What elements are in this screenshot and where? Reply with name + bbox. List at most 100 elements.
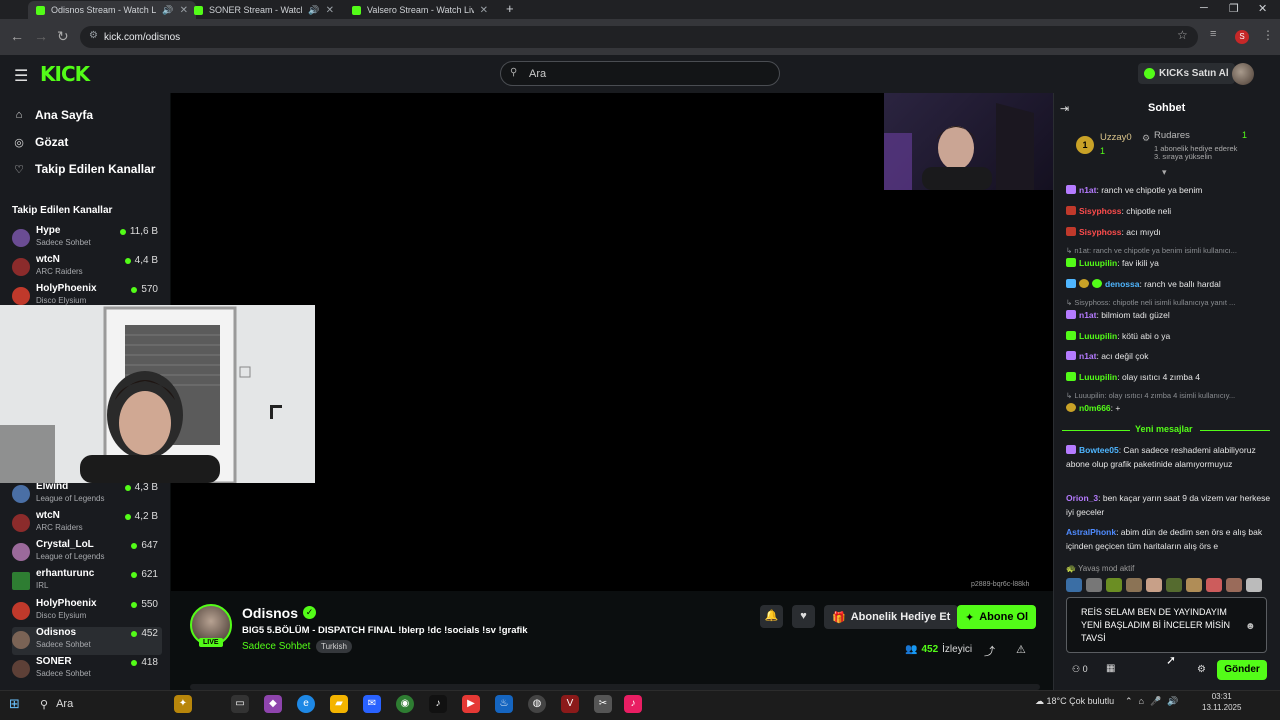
channel-item-active[interactable]: Odisnos Sadece Sohbet 452 [12, 627, 162, 655]
chat-username[interactable]: Sisyphoss [1079, 206, 1122, 216]
report-icon[interactable]: ⚠ [1016, 643, 1026, 656]
send-message-button[interactable]: Gönder [1217, 660, 1267, 680]
nav-home[interactable]: ⌂ Ana Sayfa [12, 108, 93, 122]
emote-icon[interactable] [1086, 578, 1102, 592]
heart-icon: ♡ [14, 163, 24, 176]
channel-item[interactable]: Crystal_LoL League of Legends 647 [12, 539, 162, 567]
chat-username[interactable]: n1at [1079, 185, 1096, 195]
site-info-icon[interactable]: ⚙ [89, 30, 98, 41]
emote-icon[interactable] [1126, 578, 1142, 592]
task-view-icon[interactable]: ▭ [231, 695, 249, 713]
emote-icon[interactable] [1066, 578, 1082, 592]
hamburger-menu-icon[interactable]: ☰ [14, 66, 28, 86]
browser-menu-icon[interactable]: ⋮ [1262, 28, 1274, 42]
chat-username[interactable]: Orion_3 [1066, 493, 1098, 503]
follow-heart-button[interactable]: ♥ [792, 605, 815, 628]
search-input[interactable]: ⚲ Ara [500, 61, 780, 86]
chat-username[interactable]: Luuupilin [1079, 258, 1117, 268]
tiktok-icon[interactable]: ♪ [429, 695, 447, 713]
browser-tab-valsero[interactable]: Valsero Stream - Watch Live on ✕ [344, 1, 496, 19]
user-avatar[interactable] [1232, 63, 1254, 85]
language-tag[interactable]: Turkish [316, 640, 352, 653]
forward-arrow-icon[interactable]: → [34, 28, 48, 44]
channel-item[interactable]: wtcN ARC Raiders 4,4 B [12, 254, 162, 282]
browser-tab-odisnos[interactable]: Odisnos Stream - Watch Live 🔊 ✕ [28, 1, 196, 19]
valorant-icon[interactable]: V [561, 695, 579, 713]
viewer-count-text: 4,2 B [134, 511, 158, 522]
tiktok-live-icon[interactable]: ♪ [624, 695, 642, 713]
channel-item[interactable]: Hype Sadece Sohbet 11,6 B [12, 225, 162, 253]
back-arrow-icon[interactable]: ← [10, 28, 24, 44]
gear-icon[interactable]: ⚙ [1197, 664, 1206, 675]
channel-avatar [12, 543, 30, 561]
profile-avatar[interactable]: S [1235, 30, 1249, 44]
collapse-chat-icon[interactable]: ⇥ [1060, 102, 1069, 115]
chat-username[interactable]: Luuupilin [1079, 331, 1117, 341]
weather-widget[interactable]: ☁ 18°C Çok bulutlu [1035, 696, 1114, 707]
chat-username[interactable]: denossa [1105, 279, 1140, 289]
kick-logo[interactable]: KICK [40, 62, 90, 86]
streamer-name[interactable]: Odisnos [242, 605, 298, 621]
emote-icon[interactable] [1186, 578, 1202, 592]
media-control-icon[interactable]: ≡ [1210, 28, 1216, 40]
share-icon[interactable]: ⤴ [984, 643, 995, 659]
nav-following[interactable]: ♡ Takip Edilen Kanallar [12, 162, 155, 176]
gift-leaderboard[interactable]: 1 Uzzay0 1 ⚙ Rudares 1 1 abonelik hediye… [1062, 126, 1274, 166]
emoji-picker-icon[interactable]: ☻ [1245, 621, 1256, 632]
capcut-icon[interactable]: ✂ [594, 695, 612, 713]
stream-category-link[interactable]: Sadece Sohbet [242, 641, 310, 652]
emote-icon[interactable] [1166, 578, 1182, 592]
channel-points[interactable]: ⚇ 0 [1072, 664, 1088, 675]
obs-icon[interactable]: ◍ [528, 695, 546, 713]
chat-store-icon[interactable]: ▦ [1106, 663, 1115, 674]
chrome-icon[interactable]: ◉ [396, 695, 414, 713]
channel-item[interactable]: Elwind League of Legends 4,3 B [12, 481, 162, 509]
emote-icon[interactable] [1246, 578, 1262, 592]
file-explorer-icon[interactable]: ▰ [330, 695, 348, 713]
edge-browser-icon[interactable]: e [297, 695, 315, 713]
bookmark-star-icon[interactable]: ☆ [1177, 28, 1188, 42]
browser-tab-soner[interactable]: SONER Stream - Watch Live 🔊 ✕ [186, 1, 342, 19]
badge-icon [1066, 279, 1076, 288]
channel-item[interactable]: HolyPhoenix Disco Elysium 550 [12, 598, 162, 626]
minimize-icon[interactable]: ─ [1200, 2, 1208, 14]
emote-icon[interactable] [1206, 578, 1222, 592]
taskbar-search[interactable]: ⚲ Ara [32, 693, 172, 715]
new-tab-button[interactable]: + [506, 1, 514, 16]
chat-username[interactable]: n1at [1079, 351, 1096, 361]
maximize-icon[interactable]: ❐ [1229, 2, 1239, 15]
channel-item[interactable]: wtcN ARC Raiders 4,2 B [12, 510, 162, 538]
outlook-icon[interactable]: ✉ [363, 695, 381, 713]
close-tab-icon[interactable]: ✕ [480, 5, 488, 16]
steam-icon[interactable]: ♨ [495, 695, 513, 713]
chat-username[interactable]: n0m666 [1079, 403, 1111, 413]
chat-username[interactable]: AstralPhonk [1066, 527, 1116, 537]
youtube-icon[interactable]: ▶ [462, 695, 480, 713]
chat-username[interactable]: Luuupilin [1079, 372, 1117, 382]
channel-item[interactable]: SONER Sadece Sohbet 418 [12, 656, 162, 684]
emote-icon[interactable] [1146, 578, 1162, 592]
emote-icon[interactable] [1226, 578, 1242, 592]
chat-username[interactable]: Sisyphoss [1079, 227, 1122, 237]
notification-bell-button[interactable]: 🔔 [760, 605, 783, 628]
widgets-icon[interactable]: ✦ [174, 695, 192, 713]
close-window-icon[interactable]: ✕ [1258, 2, 1267, 15]
copilot-icon[interactable]: ◆ [264, 695, 282, 713]
reload-icon[interactable]: ↻ [57, 28, 69, 45]
system-tray-icons[interactable]: ⌃⌂🎤🔊 [1125, 696, 1184, 707]
close-tab-icon[interactable]: ✕ [326, 5, 334, 16]
subscribe-button[interactable]: ✦ Abone Ol [957, 605, 1037, 629]
chat-username[interactable]: n1at [1079, 310, 1096, 320]
buy-kicks-button[interactable]: KICKs Satın Al [1138, 63, 1235, 84]
emote-icon[interactable] [1106, 578, 1122, 592]
chat-message-input[interactable]: REİS SELAM BEN DE YAYINDAYIM YENİ BAŞLAD… [1066, 597, 1267, 653]
chat-username[interactable]: Bowtee05 [1079, 445, 1119, 455]
windows-start-icon[interactable]: ⊞ [9, 696, 20, 712]
expand-leaderboard-icon[interactable]: ▾ [1162, 167, 1167, 178]
nav-browse[interactable]: ◎ Gözat [12, 135, 68, 149]
taskbar-clock[interactable]: 03:31 13.11.2025 [1202, 691, 1241, 713]
floating-webcam-overlay[interactable] [0, 305, 315, 483]
gift-subscription-button[interactable]: 🎁 Abonelik Hediye Et [824, 605, 959, 629]
address-bar[interactable]: ⚙ kick.com/odisnos [80, 26, 1198, 48]
channel-item[interactable]: erhanturunc IRL 621 [12, 568, 162, 596]
